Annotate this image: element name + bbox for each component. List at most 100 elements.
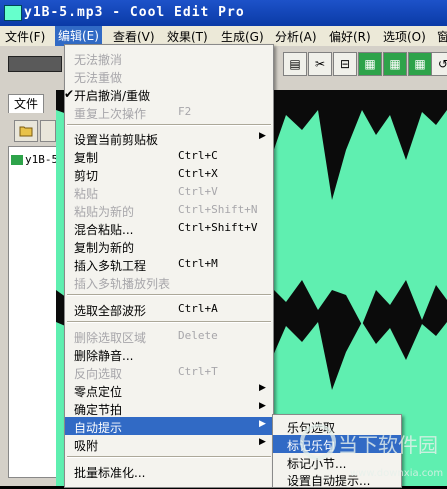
- menu-item-paste-new[interactable]: 粘贴为新的 Ctrl+Shift+N: [65, 201, 273, 219]
- menu-item-repeat-last[interactable]: 重复上次操作 F2: [65, 103, 273, 121]
- submenu-arrow-icon: ▶: [259, 383, 266, 393]
- submenu-arrow-icon: ▶: [259, 131, 266, 141]
- submenu-item-label: 设置自动提示...: [287, 474, 371, 488]
- submenu-item-mark-phrases[interactable]: 标记乐句: [273, 435, 401, 453]
- menu-item-insert-multitrack[interactable]: 插入多轨工程 Ctrl+M: [65, 255, 273, 273]
- auto-cue-submenu: 乐句选取 标记乐句 标记小节... 设置自动提示...: [272, 414, 402, 488]
- menu-item-label: 批量标准化...: [74, 466, 146, 480]
- submenu-arrow-icon: ▶: [259, 437, 266, 447]
- menu-file[interactable]: 文件(F): [5, 28, 45, 45]
- menu-item-select-all[interactable]: 选取全部波形 Ctrl+A: [65, 300, 273, 318]
- toolbar-button[interactable]: ▦: [408, 52, 432, 76]
- menu-preferences[interactable]: 偏好(R): [329, 28, 371, 45]
- menu-item-auto-cue[interactable]: 自动提示 ▶: [65, 417, 273, 435]
- menu-item-delete-selection[interactable]: 删除选取区域 Delete: [65, 327, 273, 345]
- file-panel: 文件 y1B-5: [0, 90, 58, 486]
- submenu-item-label: 乐句选取: [287, 421, 336, 435]
- menu-separator: [67, 124, 271, 126]
- menu-item-label: 选取全部波形: [74, 304, 147, 318]
- menu-view[interactable]: 查看(V): [113, 28, 155, 45]
- menu-item-snapping[interactable]: 吸附 ▶: [65, 435, 273, 453]
- title-bar: y1B-5.mp3 - Cool Edit Pro: [0, 0, 447, 26]
- menu-options[interactable]: 选项(O): [383, 28, 426, 45]
- menu-item-invert-selection[interactable]: 反向选取 Ctrl+T: [65, 363, 273, 381]
- menu-item-shortcut: Ctrl+Shift+N: [178, 203, 258, 216]
- tab-files[interactable]: 文件: [8, 94, 44, 113]
- menu-item-cut[interactable]: 剪切 Ctrl+X: [65, 165, 273, 183]
- toolbar-button[interactable]: ▦: [358, 52, 382, 76]
- menu-window[interactable]: 窗: [437, 28, 447, 45]
- toolbar-button[interactable]: ↺: [431, 52, 447, 76]
- menu-item-label: 吸附: [74, 439, 99, 453]
- file-item[interactable]: y1B-5: [11, 153, 58, 166]
- menu-item-label: 粘贴为新的: [74, 205, 135, 219]
- menu-item-label: 零点定位: [74, 385, 123, 399]
- menu-item-label: 确定节拍: [74, 403, 123, 417]
- menu-item-shortcut: Ctrl+X: [178, 167, 218, 180]
- panel-button[interactable]: [40, 120, 56, 142]
- submenu-item-autocue-settings[interactable]: 设置自动提示...: [273, 470, 401, 488]
- menu-item-label: 无法撤消: [74, 53, 123, 67]
- menu-generate[interactable]: 生成(G): [221, 28, 264, 45]
- submenu-item-phrase-select[interactable]: 乐句选取: [273, 417, 401, 435]
- menu-item-mix-paste[interactable]: 混合粘贴... Ctrl+Shift+V: [65, 219, 273, 237]
- toolbar-button[interactable]: ▦: [383, 52, 407, 76]
- menu-item-label: 无法重做: [74, 71, 123, 85]
- menu-item-copy-new[interactable]: 复制为新的: [65, 237, 273, 255]
- menu-item-shortcut: Ctrl+C: [178, 149, 218, 162]
- menu-item-label: 粘贴: [74, 187, 99, 201]
- menu-effects[interactable]: 效果(T): [167, 28, 208, 45]
- menu-item-label: 删除选取区域: [74, 331, 147, 345]
- menu-item-shortcut: Ctrl+V: [178, 185, 218, 198]
- menu-item-label: 重复上次操作: [74, 107, 147, 121]
- wave-file-icon: [11, 155, 23, 165]
- menu-item-shortcut: Ctrl+A: [178, 302, 218, 315]
- menu-item-zero-crossing[interactable]: 零点定位 ▶: [65, 381, 273, 399]
- file-list: y1B-5: [8, 146, 58, 478]
- menu-edit[interactable]: 编辑(E): [55, 26, 102, 46]
- menu-item-delete-silence[interactable]: 删除静音...: [65, 345, 273, 363]
- app-icon[interactable]: [4, 5, 22, 21]
- menu-item-insert-playlist[interactable]: 插入多轨播放列表: [65, 273, 273, 291]
- menu-item-label: 插入多轨工程: [74, 259, 147, 273]
- menu-item-shortcut: Delete: [178, 329, 218, 342]
- menu-separator: [67, 456, 271, 458]
- menu-item-shortcut: F2: [178, 105, 192, 118]
- menu-item-label: 复制: [74, 151, 99, 165]
- menu-analyze[interactable]: 分析(A): [275, 28, 317, 45]
- menu-item-find-beats[interactable]: 确定节拍 ▶: [65, 399, 273, 417]
- menu-item-undo[interactable]: 无法撤消: [65, 49, 273, 67]
- submenu-item-label: 标记乐句: [287, 439, 336, 453]
- menu-item-shortcut: Ctrl+Shift+V: [178, 221, 258, 234]
- menu-item-enable-undo[interactable]: ✔ 开启撤消/重做: [64, 85, 273, 103]
- menu-item-shortcut: Ctrl+T: [178, 365, 218, 378]
- toolbar-button[interactable]: ⊟: [333, 52, 357, 76]
- window-title: y1B-5.mp3 - Cool Edit Pro: [24, 5, 245, 20]
- menu-item-label: 自动提示: [74, 421, 123, 435]
- menu-item-shortcut: Ctrl+M: [178, 257, 218, 270]
- menu-item-label: 删除静音...: [74, 349, 134, 363]
- edit-menu: 无法撤消 无法重做 ✔ 开启撤消/重做 重复上次操作 F2 设置当前剪贴板 ▶ 复制 C…: [64, 44, 274, 488]
- menu-item-label: 设置当前剪贴板: [74, 133, 159, 147]
- menu-item-label: 反向选取: [74, 367, 123, 381]
- menu-item-paste[interactable]: 粘贴 Ctrl+V: [65, 183, 273, 201]
- submenu-item-mark-bars[interactable]: 标记小节...: [273, 453, 401, 471]
- menu-separator: [67, 294, 271, 296]
- open-folder-icon[interactable]: [14, 120, 38, 142]
- menu-item-batch-normalize[interactable]: 批量标准化...: [65, 462, 273, 480]
- menu-item-copy[interactable]: 复制 Ctrl+C: [65, 147, 273, 165]
- cut-tool-icon[interactable]: ✂: [308, 52, 332, 76]
- check-icon: ✔: [64, 87, 75, 101]
- menu-item-label: 开启撤消/重做: [74, 89, 151, 103]
- menu-item-label: 复制为新的: [74, 241, 135, 255]
- menu-item-label: 剪切: [74, 169, 99, 183]
- menu-item-set-clipboard[interactable]: 设置当前剪贴板 ▶: [65, 129, 273, 147]
- submenu-arrow-icon: ▶: [259, 419, 266, 429]
- menu-item-redo[interactable]: 无法重做: [65, 67, 273, 85]
- toolbar-button[interactable]: ▤: [283, 52, 307, 76]
- mode-switch[interactable]: [8, 56, 62, 72]
- submenu-arrow-icon: ▶: [259, 401, 266, 411]
- menu-item-label: 插入多轨播放列表: [74, 277, 171, 291]
- menu-item-label: 混合粘贴...: [74, 223, 134, 237]
- menu-separator: [67, 321, 271, 323]
